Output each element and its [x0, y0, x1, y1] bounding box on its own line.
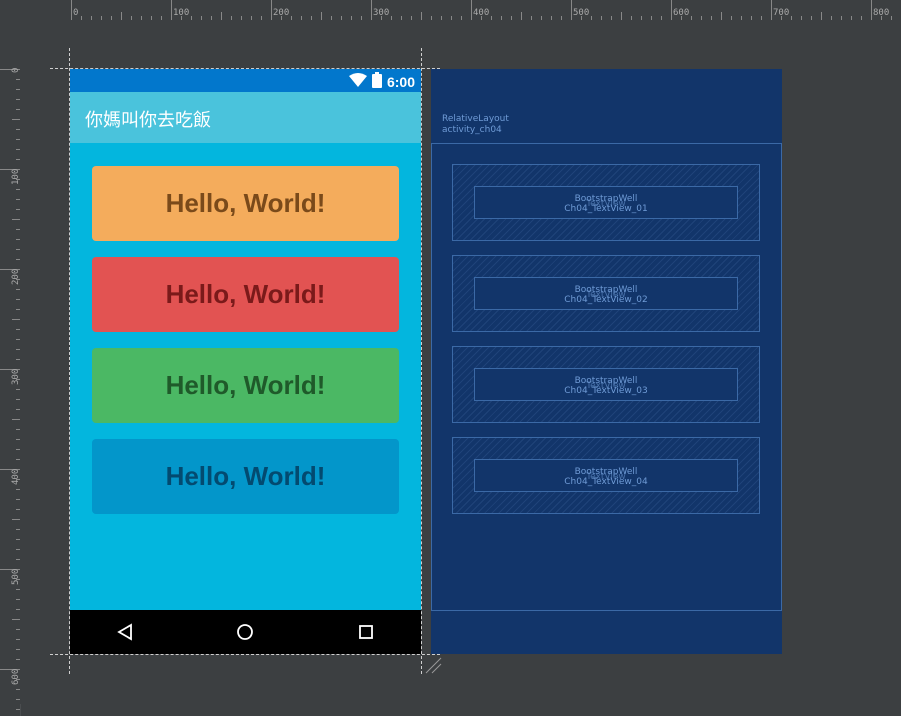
ruler-tick — [12, 519, 20, 520]
ruler-tick — [12, 219, 20, 220]
ruler-tick — [221, 12, 222, 20]
status-bar: 6:00 — [70, 69, 421, 92]
recents-icon[interactable] — [354, 620, 378, 644]
status-time: 6:00 — [386, 73, 415, 90]
resize-handle[interactable] — [424, 656, 442, 674]
app-title: 你媽叫你去吃飯 — [85, 110, 211, 131]
ruler-tick — [671, 0, 672, 20]
bootstrap-well-1[interactable]: Hello, World! — [92, 166, 399, 241]
textview-2: Hello, World! — [165, 279, 326, 309]
back-icon[interactable] — [113, 620, 137, 644]
ruler-tick — [821, 12, 822, 20]
blueprint-well-2[interactable]: BootstrapWell TextView Ch04_TextView_02 — [452, 255, 760, 332]
blueprint-well-1[interactable]: BootstrapWell TextView Ch04_TextView_01 — [452, 164, 760, 241]
textview-4: Hello, World! — [165, 461, 326, 491]
guide-bottom — [50, 654, 440, 655]
blueprint-well-4[interactable]: BootstrapWell TextView Ch04_TextView_04 — [452, 437, 760, 514]
ruler-tick — [571, 0, 572, 20]
app-bar: 你媽叫你去吃飯 — [70, 92, 421, 143]
ruler-tick — [871, 0, 872, 20]
bootstrap-well-3[interactable]: Hello, World! — [92, 348, 399, 423]
textview-id-label: Ch04_TextView_04 — [564, 477, 648, 487]
ruler-tick — [621, 12, 622, 20]
bootstrap-well-4[interactable]: Hello, World! — [92, 439, 399, 514]
blueprint-well-3[interactable]: BootstrapWell TextView Ch04_TextView_03 — [452, 346, 760, 423]
guide-right — [421, 48, 422, 674]
ruler-tick — [371, 0, 372, 20]
textview-id-label: Ch04_TextView_02 — [564, 295, 648, 305]
ruler-tick — [171, 0, 172, 20]
ruler-tick — [521, 12, 522, 20]
blueprint-textview-3[interactable]: BootstrapWell TextView Ch04_TextView_03 — [474, 368, 738, 401]
ruler-tick — [16, 709, 20, 710]
blueprint-textview-1[interactable]: BootstrapWell TextView Ch04_TextView_01 — [474, 186, 738, 219]
ruler-tick — [12, 319, 20, 320]
bootstrap-well-2[interactable]: Hello, World! — [92, 257, 399, 332]
root-layout-type: RelativeLayout — [442, 114, 509, 124]
textview-id-label: Ch04_TextView_03 — [564, 386, 648, 396]
textview-1: Hello, World! — [165, 188, 326, 218]
textview-3: Hello, World! — [165, 370, 326, 400]
wifi-icon — [348, 73, 367, 90]
horizontal-ruler: 0 100 200 300 400 500 600 700 800 — [20, 0, 901, 21]
ruler-tick — [121, 12, 122, 20]
device-preview[interactable]: 6:00 你媽叫你去吃飯 Hello, World! Hello, World!… — [70, 69, 421, 654]
ruler-tick — [12, 419, 20, 420]
textview-id-label: Ch04_TextView_01 — [564, 204, 648, 214]
root-layout-id: activity_ch04 — [442, 125, 502, 135]
ruler-tick — [421, 12, 422, 20]
ruler-label: 0 — [73, 8, 79, 18]
ruler-tick — [771, 0, 772, 20]
navigation-bar — [70, 610, 421, 654]
ruler-tick — [321, 12, 322, 20]
vertical-ruler: 0 100 200 300 400 500 600 — [0, 20, 21, 716]
blueprint-textview-4[interactable]: BootstrapWell TextView Ch04_TextView_04 — [474, 459, 738, 492]
ruler-tick — [271, 0, 272, 20]
ruler-tick — [12, 119, 20, 120]
ruler-tick — [471, 0, 472, 20]
battery-icon — [371, 72, 382, 91]
ruler-tick — [721, 12, 722, 20]
ruler-tick — [12, 619, 20, 620]
home-icon[interactable] — [233, 620, 257, 644]
blueprint-preview[interactable]: RelativeLayout activity_ch04 BootstrapWe… — [431, 69, 782, 654]
blueprint-textview-2[interactable]: BootstrapWell TextView Ch04_TextView_02 — [474, 277, 738, 310]
ruler-tick — [71, 0, 72, 20]
ruler-corner — [0, 0, 20, 20]
